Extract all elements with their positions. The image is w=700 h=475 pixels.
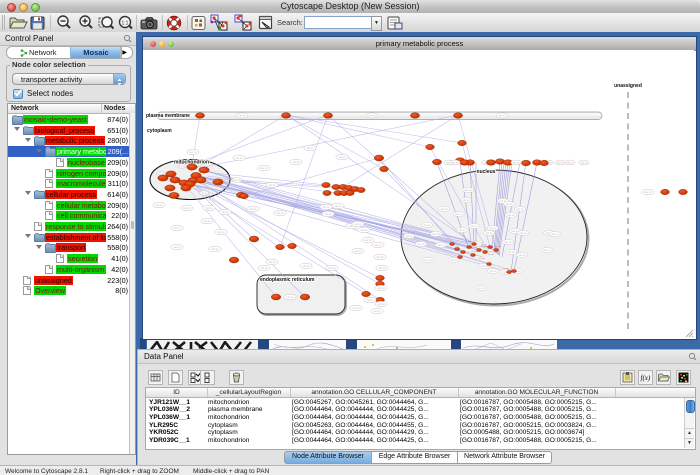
svg-text:xxx xx: xxx xx xyxy=(406,235,414,238)
svg-text:xxx xx: xxx xx xyxy=(269,261,277,264)
svg-text:xxx xx: xxx xx xyxy=(378,287,386,290)
svg-text:xxx xx: xxx xx xyxy=(174,246,182,249)
svg-text:xxx xx: xxx xx xyxy=(424,224,432,227)
svg-text:xxx xx: xxx xx xyxy=(519,254,527,257)
svg-text:xxx xx: xxx xx xyxy=(361,229,369,232)
svg-text:xxx xx: xxx xx xyxy=(513,161,521,164)
svg-text:xxx xx: xxx xx xyxy=(323,206,331,209)
svg-text:xxx xx: xxx xx xyxy=(506,203,514,206)
svg-text:xxx xx: xxx xx xyxy=(156,204,164,207)
svg-text:xxx xx: xxx xx xyxy=(329,267,337,270)
svg-text:xxx xx: xxx xx xyxy=(293,161,301,164)
svg-text:xxx xx: xxx xx xyxy=(234,179,242,182)
svg-text:xxx xx: xxx xx xyxy=(465,189,473,192)
svg-text:xxx xx: xxx xx xyxy=(441,208,449,211)
svg-text:xx xxx: xx xxx xyxy=(503,268,510,270)
svg-text:xx xxx: xx xxx xyxy=(458,253,465,255)
svg-text:xxx xx: xxx xx xyxy=(367,299,375,302)
svg-text:xxx xx: xxx xx xyxy=(418,243,426,246)
svg-text:xxx xx: xxx xx xyxy=(552,233,560,236)
svg-text:xxx xx: xxx xx xyxy=(486,232,494,235)
svg-text:xxx xx: xxx xx xyxy=(456,213,464,216)
svg-text:xx xxx: xx xxx xyxy=(481,246,488,248)
svg-text:xx xxx: xx xxx xyxy=(465,241,472,243)
svg-text:xxx xx: xxx xx xyxy=(335,205,343,208)
svg-text:xxx xx: xxx xx xyxy=(353,307,361,310)
svg-text:xxx xx: xxx xx xyxy=(375,244,383,247)
svg-text:cytoplasm: cytoplasm xyxy=(147,128,172,134)
svg-text:endoplasmic reticulum: endoplasmic reticulum xyxy=(260,277,315,283)
svg-text:xxx xx: xxx xx xyxy=(269,184,277,187)
svg-text:xxx xx: xxx xx xyxy=(544,249,552,252)
svg-text:xxx xx: xxx xx xyxy=(206,207,214,210)
svg-text:f(x): f(x) xyxy=(641,374,651,382)
svg-text:xxx xx: xxx xx xyxy=(557,161,565,164)
svg-text:xxx xx: xxx xx xyxy=(517,208,525,211)
svg-text:xxx xx: xxx xx xyxy=(478,287,486,290)
svg-text:xxx xx: xxx xx xyxy=(463,199,471,202)
svg-text:xxx xx: xxx xx xyxy=(307,147,315,150)
svg-text:xxx xx: xxx xx xyxy=(325,213,333,216)
svg-text:xxx xx: xxx xx xyxy=(236,157,244,160)
svg-text:xxx xx: xxx xx xyxy=(184,207,192,210)
svg-text:unassigned: unassigned xyxy=(614,83,642,89)
svg-text:xxx xx: xxx xx xyxy=(204,220,212,223)
svg-text:xxx xx: xxx xx xyxy=(433,233,441,236)
svg-text:xxx xx: xxx xx xyxy=(425,259,433,262)
svg-text:xxx xx: xxx xx xyxy=(567,161,575,164)
svg-text:xxx xx: xxx xx xyxy=(377,256,385,259)
svg-text:xxx xx: xxx xx xyxy=(201,192,209,195)
svg-text:xxx xx: xxx xx xyxy=(471,225,479,228)
svg-text:xxx xx: xxx xx xyxy=(212,248,220,251)
svg-text:xx xxx: xx xxx xyxy=(471,251,478,253)
svg-text:plasma membrane: plasma membrane xyxy=(146,113,190,119)
svg-text:xxx xx: xxx xx xyxy=(287,296,295,299)
svg-text:xxx xx: xxx xx xyxy=(365,239,373,242)
svg-text:xxx xx: xxx xx xyxy=(303,265,311,268)
svg-text:xxx xx: xxx xx xyxy=(490,227,498,230)
svg-text:xxx xx: xxx xx xyxy=(459,229,467,232)
svg-text:xxx xx: xxx xx xyxy=(452,161,460,164)
svg-text:xxx xx: xxx xx xyxy=(581,161,589,164)
svg-text:xxx xx: xxx xx xyxy=(339,156,347,159)
svg-text:xx xxx: xx xxx xyxy=(479,258,486,260)
svg-text:xxx xx: xxx xx xyxy=(490,270,498,273)
svg-text:xxx xx: xxx xx xyxy=(508,214,516,217)
svg-text:xxx xx: xxx xx xyxy=(218,231,226,234)
svg-text:xxx xx: xxx xx xyxy=(222,211,230,214)
svg-text:xxx xx: xxx xx xyxy=(261,267,269,270)
svg-text:xxx xx: xxx xx xyxy=(174,227,182,230)
svg-text:xxx xx: xxx xx xyxy=(374,310,382,313)
svg-text:xxx xx: xxx xx xyxy=(499,114,507,117)
svg-text:xxx xx: xxx xx xyxy=(520,232,528,235)
svg-text:xxx xx: xxx xx xyxy=(250,208,258,211)
svg-text:xxx xx: xxx xx xyxy=(438,244,446,247)
svg-text:xx xxx: xx xxx xyxy=(488,254,495,256)
svg-text:1:1: 1:1 xyxy=(122,21,129,27)
svg-text:xxx xx: xxx xx xyxy=(239,114,247,117)
svg-text:xxx xx: xxx xx xyxy=(179,165,187,168)
svg-text:xxx xx: xxx xx xyxy=(379,267,387,270)
svg-text:xxx xx: xxx xx xyxy=(369,114,377,117)
svg-text:xxx xx: xxx xx xyxy=(451,259,459,262)
svg-text:xxx xx: xxx xx xyxy=(355,223,363,226)
svg-text:xxx xx: xxx xx xyxy=(277,212,285,215)
svg-text:xxx xx: xxx xx xyxy=(355,250,363,253)
svg-text:xxx xx: xxx xx xyxy=(378,303,386,306)
svg-text:nucleus: nucleus xyxy=(477,169,496,175)
svg-text:xxx xx: xxx xx xyxy=(505,241,513,244)
svg-text:xxx xx: xxx xx xyxy=(508,251,516,254)
svg-text:xxx xx: xxx xx xyxy=(645,191,653,194)
svg-text:xx xxx: xx xxx xyxy=(495,246,502,248)
svg-text:xxx xx: xxx xx xyxy=(190,151,198,154)
svg-text:xxx xx: xxx xx xyxy=(261,167,269,170)
